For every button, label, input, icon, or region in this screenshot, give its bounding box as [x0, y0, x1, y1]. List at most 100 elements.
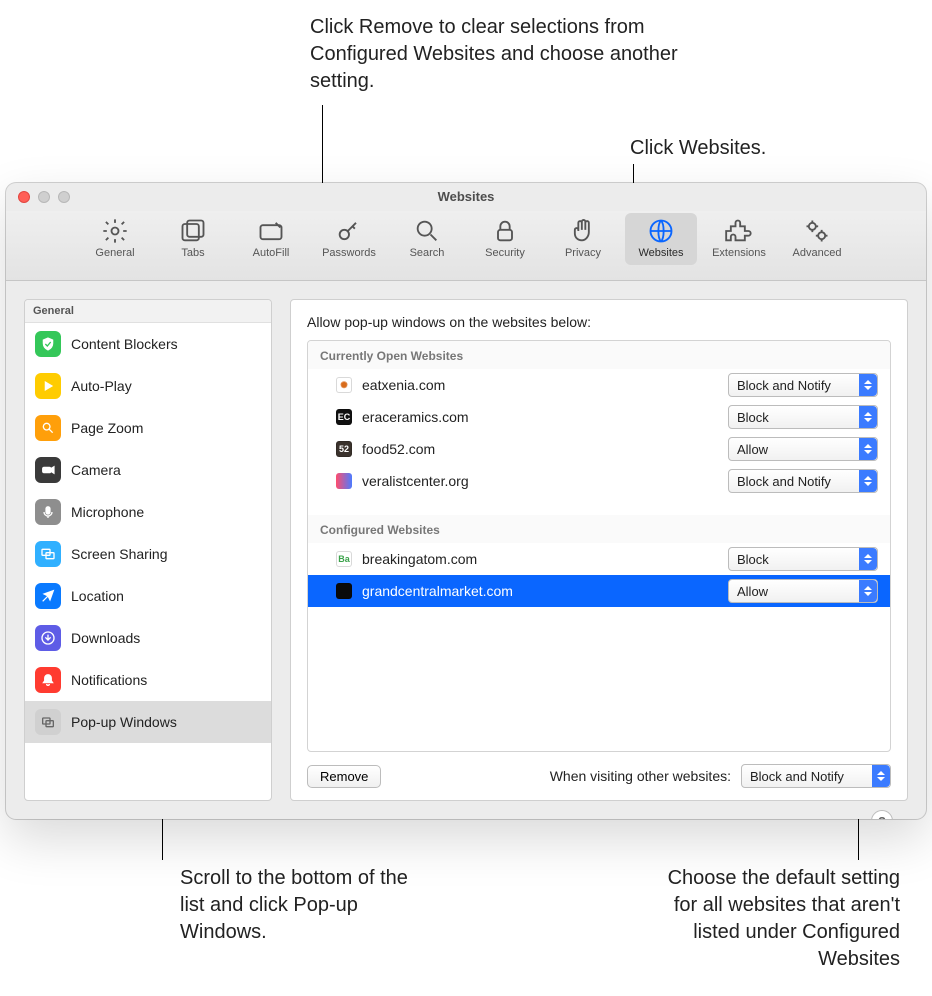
mic-icon — [35, 499, 61, 525]
callout-popup: Scroll to the bottom of the list and cli… — [180, 865, 410, 946]
website-domain: grandcentralmarket.com — [362, 583, 718, 599]
sidebar-item-camera[interactable]: Camera — [25, 449, 271, 491]
website-row[interactable]: ▭grandcentralmarket.comAllow — [308, 575, 890, 607]
sidebar: General Content BlockersAuto-PlayPage Zo… — [24, 299, 272, 801]
sidebar-item-label: Auto-Play — [71, 378, 132, 394]
tab-privacy[interactable]: Privacy — [547, 213, 619, 265]
tab-label: Privacy — [565, 247, 601, 259]
favicon: Ba — [336, 551, 352, 567]
remove-button[interactable]: Remove — [307, 765, 381, 788]
chevron-updown-icon — [859, 374, 877, 396]
tab-label: General — [95, 247, 134, 259]
sidebar-item-label: Microphone — [71, 504, 144, 520]
tab-advanced[interactable]: Advanced — [781, 213, 853, 265]
website-setting-popup[interactable]: Block — [728, 547, 878, 571]
website-domain: eraceramics.com — [362, 409, 718, 425]
magnify-icon — [413, 217, 441, 245]
callout-websites: Click Websites. — [630, 135, 766, 162]
zoom-icon — [35, 415, 61, 441]
website-domain: eatxenia.com — [362, 377, 718, 393]
website-setting-popup[interactable]: Block and Notify — [728, 373, 878, 397]
website-setting-popup[interactable]: Allow — [728, 437, 878, 461]
website-row[interactable]: 52 food52.com Allow — [308, 433, 890, 465]
play-icon — [35, 373, 61, 399]
sidebar-item-label: Downloads — [71, 630, 140, 646]
favicon — [336, 473, 352, 489]
sidebar-list: Content Blockers Auto-Play Page Zoom Camera… — [25, 323, 271, 743]
popup-value: Block and Notify — [737, 474, 831, 489]
site-list: Currently Open Websites ✺eatxenia.comBlo… — [307, 340, 891, 752]
popup-value: Block — [737, 552, 769, 567]
chevron-updown-icon — [859, 470, 877, 492]
hand-icon — [569, 217, 597, 245]
download-icon — [35, 625, 61, 651]
popup-value: Block and Notify — [750, 769, 844, 784]
bottom-bar: Remove When visiting other websites: Blo… — [307, 764, 891, 788]
website-setting-popup[interactable]: Allow — [728, 579, 878, 603]
favicon: ✺ — [336, 377, 352, 393]
sidebar-item-content-blockers[interactable]: Content Blockers — [25, 323, 271, 365]
website-row[interactable]: EC eraceramics.com Block — [308, 401, 890, 433]
sidebar-item-label: Notifications — [71, 672, 147, 688]
sidebar-item-page-zoom[interactable]: Page Zoom — [25, 407, 271, 449]
tab-passwords[interactable]: Passwords — [313, 213, 385, 265]
tab-websites[interactable]: Websites — [625, 213, 697, 265]
sidebar-item-location[interactable]: Location — [25, 575, 271, 617]
sidebar-item-auto-play[interactable]: Auto-Play — [25, 365, 271, 407]
shield-icon — [35, 331, 61, 357]
globe-icon — [647, 217, 675, 245]
chevron-updown-icon — [859, 406, 877, 428]
tab-tabs[interactable]: Tabs — [157, 213, 229, 265]
chevron-updown-icon — [872, 765, 890, 787]
windows-icon — [35, 709, 61, 735]
popup-value: Block and Notify — [737, 378, 831, 393]
gear-icon — [101, 217, 129, 245]
key-icon — [335, 217, 363, 245]
sidebar-item-label: Location — [71, 588, 124, 604]
website-row[interactable]: ✺ eatxenia.com Block and Notify — [308, 369, 890, 401]
toolbar: General Tabs AutoFill Passwords Search S… — [6, 211, 926, 281]
screens-icon — [35, 541, 61, 567]
website-row[interactable]: veralistcenter.org Block and Notify — [308, 465, 890, 497]
chevron-updown-icon — [859, 548, 877, 570]
preferences-window: Websites General Tabs AutoFill Passwords… — [6, 183, 926, 819]
popup-value: Allow — [737, 584, 768, 599]
sidebar-item-label: Content Blockers — [71, 336, 178, 352]
sidebar-item-downloads[interactable]: Downloads — [25, 617, 271, 659]
website-domain: food52.com — [362, 441, 718, 457]
group-header-configured: Configured Websites — [308, 515, 890, 543]
pencil-box-icon — [257, 217, 285, 245]
popup-value: Block — [737, 410, 769, 425]
camera-icon — [35, 457, 61, 483]
tab-extensions[interactable]: Extensions — [703, 213, 775, 265]
tab-autofill[interactable]: AutoFill — [235, 213, 307, 265]
popup-value: Allow — [737, 442, 768, 457]
window-title: Websites — [6, 189, 926, 204]
callout-remove: Click Remove to clear selections from Co… — [310, 14, 680, 95]
sidebar-item-screen-sharing[interactable]: Screen Sharing — [25, 533, 271, 575]
chevron-updown-icon — [859, 438, 877, 460]
other-websites-label: When visiting other websites: — [550, 768, 731, 784]
other-websites-popup[interactable]: Block and Notify — [741, 764, 891, 788]
sidebar-item-pop-up-windows[interactable]: Pop-up Windows — [25, 701, 271, 743]
tab-search[interactable]: Search — [391, 213, 463, 265]
sidebar-item-label: Page Zoom — [71, 420, 143, 436]
favicon: EC — [336, 409, 352, 425]
help-button[interactable]: ? — [871, 810, 893, 819]
tab-general[interactable]: General — [79, 213, 151, 265]
website-domain: veralistcenter.org — [362, 473, 718, 489]
tab-label: Tabs — [181, 247, 204, 259]
website-domain: breakingatom.com — [362, 551, 718, 567]
website-row[interactable]: Ba breakingatom.com Block — [308, 543, 890, 575]
bell-icon — [35, 667, 61, 693]
main-panel: Allow pop-up windows on the websites bel… — [290, 299, 908, 801]
website-setting-popup[interactable]: Block and Notify — [728, 469, 878, 493]
lock-icon — [491, 217, 519, 245]
favicon: 52 — [336, 441, 352, 457]
website-setting-popup[interactable]: Block — [728, 405, 878, 429]
arrow-icon — [35, 583, 61, 609]
tab-security[interactable]: Security — [469, 213, 541, 265]
puzzle-icon — [725, 217, 753, 245]
sidebar-item-microphone[interactable]: Microphone — [25, 491, 271, 533]
sidebar-item-notifications[interactable]: Notifications — [25, 659, 271, 701]
